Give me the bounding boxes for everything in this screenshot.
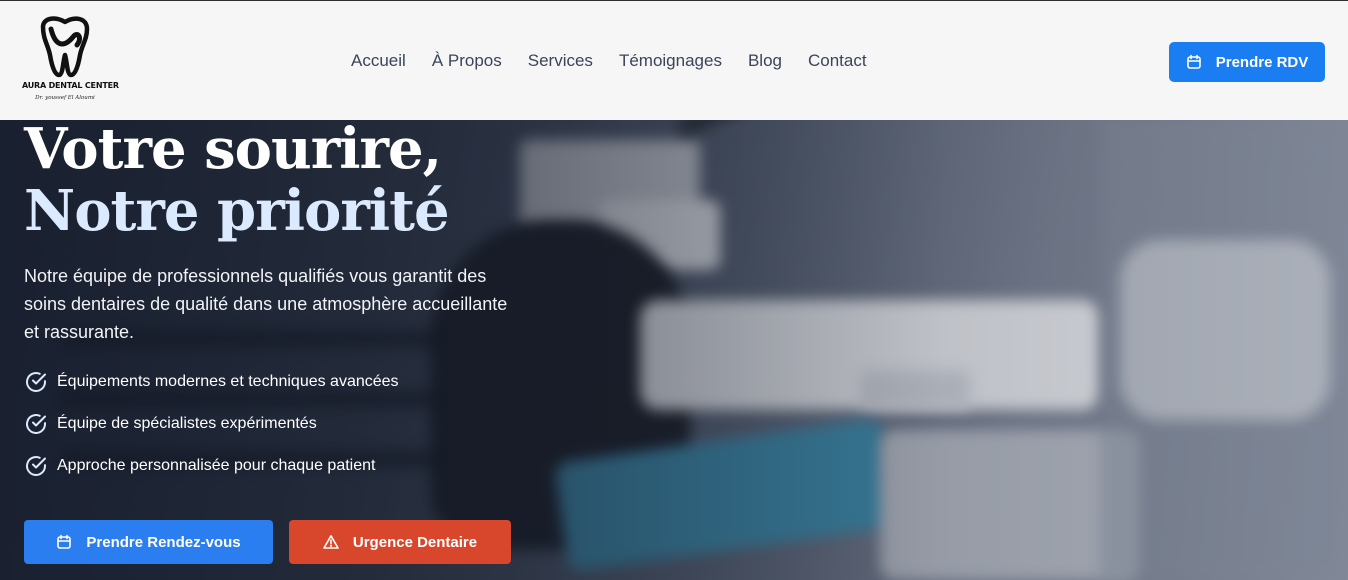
nav-item-services[interactable]: Services <box>515 49 606 73</box>
book-appointment-button[interactable]: Prendre Rendez-vous <box>24 520 273 564</box>
logo-name: AURA DENTAL CENTER <box>22 81 119 90</box>
book-appointment-label: Prendre Rendez-vous <box>86 533 241 551</box>
feature-list: Équipements modernes et techniques avanc… <box>24 368 399 494</box>
calendar-icon <box>57 534 72 549</box>
feature-label: Approche personnalisée pour chaque patie… <box>57 457 376 474</box>
check-circle-icon <box>26 456 46 476</box>
logo-subtitle: Dr. youssef El Aloumi <box>35 95 95 101</box>
main-nav: Accueil À Propos Services Témoignages Bl… <box>338 49 880 73</box>
nav-item-blog[interactable]: Blog <box>735 49 795 73</box>
nav-item-accueil[interactable]: Accueil <box>338 49 419 73</box>
feature-item: Approche personnalisée pour chaque patie… <box>24 452 399 480</box>
hero-description: Notre équipe de professionnels qualifiés… <box>24 266 508 342</box>
check-circle-icon <box>26 414 46 434</box>
nav-item-temoignages[interactable]: Témoignages <box>606 49 735 73</box>
hero-title-line-2: Notre priorité <box>24 178 450 244</box>
site-header: AURA DENTAL CENTER Dr. youssef El Aloumi… <box>0 0 1348 120</box>
feature-label: Équipements modernes et techniques avanc… <box>57 373 399 390</box>
feature-item: Équipe de spécialistes expérimentés <box>24 410 399 438</box>
header-appointment-label: Prendre RDV <box>1215 53 1309 71</box>
hero-title-line-1: Votre sourire, <box>24 116 442 182</box>
warning-triangle-icon <box>323 535 339 549</box>
dental-emergency-button[interactable]: Urgence Dentaire <box>289 520 511 564</box>
header-appointment-button[interactable]: Prendre RDV <box>1169 42 1325 82</box>
tooth-logo-icon <box>40 16 90 78</box>
nav-item-contact[interactable]: Contact <box>795 49 880 73</box>
calendar-icon <box>1186 54 1201 69</box>
nav-item-a-propos[interactable]: À Propos <box>419 49 515 73</box>
dental-emergency-label: Urgence Dentaire <box>352 533 478 551</box>
hero-title: Votre sourire, Notre priorité <box>24 116 450 244</box>
feature-label: Équipe de spécialistes expérimentés <box>57 415 317 432</box>
feature-item: Équipements modernes et techniques avanc… <box>24 368 399 396</box>
check-circle-icon <box>26 372 46 392</box>
logo[interactable]: AURA DENTAL CENTER Dr. youssef El Aloumi <box>22 15 119 107</box>
